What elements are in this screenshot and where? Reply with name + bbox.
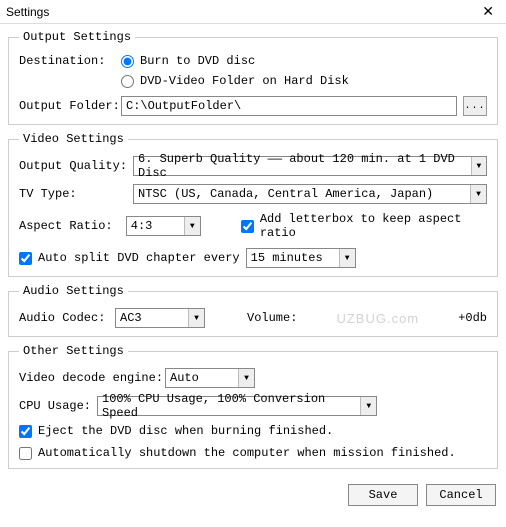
save-button-label: Save xyxy=(369,488,398,502)
cpu-usage-label: CPU Usage: xyxy=(19,399,91,413)
cpu-usage-select[interactable]: 100% CPU Usage, 100% Conversion Speed ▼ xyxy=(97,396,377,416)
autosplit-checkbox[interactable]: Auto split DVD chapter every xyxy=(19,251,240,265)
chevron-down-icon: ▼ xyxy=(188,309,204,327)
decode-engine-value: Auto xyxy=(170,371,199,385)
chevron-down-icon: ▼ xyxy=(184,217,200,235)
destination-folder-label: DVD-Video Folder on Hard Disk xyxy=(140,74,349,88)
other-settings-group: Other Settings Video decode engine: Auto… xyxy=(8,344,498,469)
eject-label: Eject the DVD disc when burning finished… xyxy=(38,424,333,438)
output-settings-group: Output Settings Destination: Burn to DVD… xyxy=(8,30,498,125)
save-button[interactable]: Save xyxy=(348,484,418,506)
eject-input[interactable] xyxy=(19,425,32,438)
ellipsis-icon: ... xyxy=(464,101,485,112)
tvtype-select[interactable]: NTSC (US, Canada, Central America, Japan… xyxy=(133,184,487,204)
tvtype-label: TV Type: xyxy=(19,187,127,201)
cpu-usage-value: 100% CPU Usage, 100% Conversion Speed xyxy=(102,392,360,420)
decode-engine-select[interactable]: Auto ▼ xyxy=(165,368,255,388)
output-folder-input[interactable] xyxy=(121,96,457,116)
dialog-content: Output Settings Destination: Burn to DVD… xyxy=(0,24,506,478)
destination-label: Destination: xyxy=(19,54,115,68)
chevron-down-icon: ▼ xyxy=(470,185,486,203)
volume-readout: +0db xyxy=(458,311,487,325)
autosplit-select[interactable]: 15 minutes ▼ xyxy=(246,248,356,268)
letterbox-input[interactable] xyxy=(241,220,254,233)
destination-burn-label: Burn to DVD disc xyxy=(140,54,255,68)
window-title: Settings xyxy=(6,5,49,19)
browse-button[interactable]: ... xyxy=(463,96,487,116)
cancel-button-label: Cancel xyxy=(439,488,482,502)
aspect-ratio-value: 4:3 xyxy=(131,219,153,233)
tvtype-value: NTSC (US, Canada, Central America, Japan… xyxy=(138,187,433,201)
decode-engine-label: Video decode engine: xyxy=(19,371,159,385)
output-settings-legend: Output Settings xyxy=(19,30,135,44)
output-folder-label: Output Folder: xyxy=(19,99,115,113)
letterbox-checkbox[interactable]: Add letterbox to keep aspect ratio xyxy=(241,212,487,240)
output-quality-value: 6. Superb Quality —— about 120 min. at 1… xyxy=(138,152,471,180)
chevron-down-icon: ▼ xyxy=(471,157,486,175)
output-quality-label: Output Quality: xyxy=(19,159,127,173)
watermark-text: UZBUG.com xyxy=(303,310,452,326)
destination-burn-radio[interactable]: Burn to DVD disc xyxy=(121,54,349,68)
chevron-down-icon: ▼ xyxy=(360,397,376,415)
titlebar: Settings ✕ xyxy=(0,0,506,24)
destination-folder-radio[interactable]: DVD-Video Folder on Hard Disk xyxy=(121,74,349,88)
other-settings-legend: Other Settings xyxy=(19,344,128,358)
volume-label: Volume: xyxy=(247,311,297,325)
aspect-ratio-select[interactable]: 4:3 ▼ xyxy=(126,216,201,236)
chevron-down-icon: ▼ xyxy=(339,249,355,267)
autosplit-input[interactable] xyxy=(19,252,32,265)
shutdown-label: Automatically shutdown the computer when… xyxy=(38,446,456,460)
cancel-button[interactable]: Cancel xyxy=(426,484,496,506)
button-bar: Save Cancel xyxy=(0,478,506,514)
destination-burn-input[interactable] xyxy=(121,55,134,68)
output-quality-select[interactable]: 6. Superb Quality —— about 120 min. at 1… xyxy=(133,156,487,176)
volume-slider[interactable]: UZBUG.com xyxy=(303,310,452,326)
video-settings-legend: Video Settings xyxy=(19,132,128,146)
audio-codec-select[interactable]: AC3 ▼ xyxy=(115,308,205,328)
eject-checkbox[interactable]: Eject the DVD disc when burning finished… xyxy=(19,424,333,438)
close-icon[interactable]: ✕ xyxy=(476,3,500,20)
audio-codec-value: AC3 xyxy=(120,311,142,325)
aspect-ratio-label: Aspect Ratio: xyxy=(19,219,120,233)
shutdown-input[interactable] xyxy=(19,447,32,460)
audio-settings-legend: Audio Settings xyxy=(19,284,128,298)
letterbox-label: Add letterbox to keep aspect ratio xyxy=(260,212,487,240)
autosplit-label: Auto split DVD chapter every xyxy=(38,251,240,265)
audio-codec-label: Audio Codec: xyxy=(19,311,109,325)
shutdown-checkbox[interactable]: Automatically shutdown the computer when… xyxy=(19,446,456,460)
autosplit-value: 15 minutes xyxy=(251,251,323,265)
audio-settings-group: Audio Settings Audio Codec: AC3 ▼ Volume… xyxy=(8,284,498,337)
chevron-down-icon: ▼ xyxy=(238,369,254,387)
video-settings-group: Video Settings Output Quality: 6. Superb… xyxy=(8,132,498,277)
destination-folder-input[interactable] xyxy=(121,75,134,88)
